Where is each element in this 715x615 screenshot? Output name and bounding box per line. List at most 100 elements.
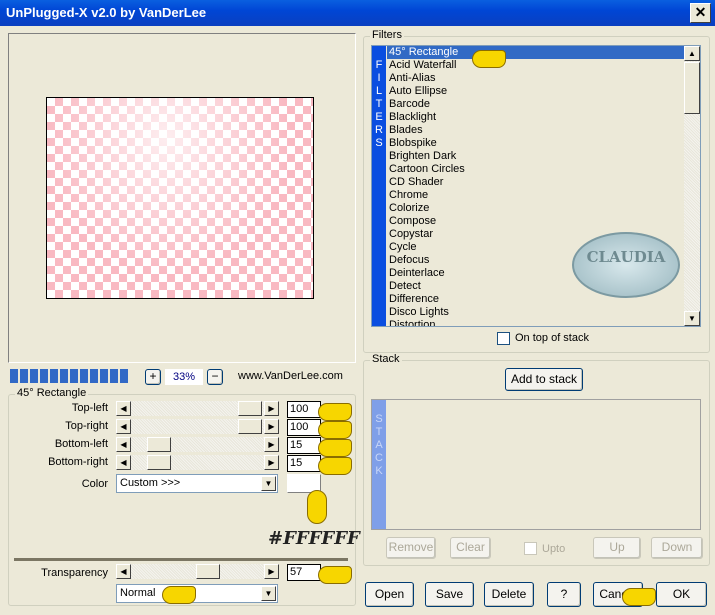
- filter-item[interactable]: Anti-Alias: [387, 72, 684, 85]
- slider-thumb[interactable]: [238, 419, 262, 434]
- zoom-in-button[interactable]: +: [145, 369, 161, 385]
- close-button[interactable]: ✕: [690, 3, 711, 23]
- filter-item[interactable]: Cartoon Circles: [387, 163, 684, 176]
- up-button[interactable]: Up: [593, 537, 641, 559]
- watermark-logo: CLAUDIA: [572, 232, 680, 298]
- progress-segment: [90, 369, 98, 383]
- slider-thumb[interactable]: [147, 455, 171, 470]
- progress-segment: [40, 369, 48, 383]
- filters-strip: FILTERS: [372, 46, 386, 326]
- filter-item[interactable]: Brighten Dark: [387, 150, 684, 163]
- blend-mode-value: Normal: [120, 587, 156, 599]
- slider-value-input[interactable]: 100: [287, 419, 321, 436]
- arrow-left-icon[interactable]: ◀: [116, 437, 131, 452]
- hand-pointer-icon: [318, 439, 352, 457]
- color-select-value: Custom >>>: [120, 477, 181, 489]
- clear-button[interactable]: Clear: [450, 537, 491, 559]
- slider-1[interactable]: ◀ ▶: [116, 419, 279, 434]
- arrow-right-icon[interactable]: ▶: [264, 419, 279, 434]
- filter-item[interactable]: Colorize: [387, 202, 684, 215]
- down-button[interactable]: Down: [651, 537, 703, 559]
- stack-group-title: Stack: [370, 353, 402, 365]
- scroll-thumb[interactable]: [684, 62, 700, 114]
- filter-item[interactable]: Compose: [387, 215, 684, 228]
- progress-segment: [30, 369, 38, 383]
- color-select[interactable]: Custom >>> ▼: [116, 474, 278, 493]
- progress-bar: [10, 369, 130, 383]
- delete-button[interactable]: Delete: [484, 582, 534, 607]
- filter-item[interactable]: Barcode: [387, 98, 684, 111]
- arrow-right-icon[interactable]: ▶: [264, 455, 279, 470]
- hand-pointer-icon: [622, 588, 656, 606]
- zoom-out-button[interactable]: −: [207, 369, 223, 385]
- preview-image: [46, 97, 314, 299]
- hand-pointer-icon: [318, 403, 352, 421]
- filter-item[interactable]: Blacklight: [387, 111, 684, 124]
- arrow-left-icon[interactable]: ◀: [116, 564, 131, 579]
- hand-pointer-icon: [318, 457, 352, 475]
- open-button[interactable]: Open: [365, 582, 414, 607]
- filter-item[interactable]: Disco Lights: [387, 306, 684, 319]
- on-top-label: On top of stack: [515, 332, 589, 344]
- remove-button[interactable]: Remove: [386, 537, 436, 559]
- slider-label: Bottom-right: [48, 456, 108, 468]
- params-group-title: 45° Rectangle: [15, 387, 89, 399]
- arrow-down-icon[interactable]: ▼: [684, 311, 700, 326]
- filter-item[interactable]: Distortion: [387, 319, 684, 326]
- arrow-right-icon[interactable]: ▶: [264, 564, 279, 579]
- filter-item[interactable]: Chrome: [387, 189, 684, 202]
- filter-item[interactable]: Blobspike: [387, 137, 684, 150]
- chevron-down-icon[interactable]: ▼: [261, 476, 276, 491]
- hand-pointer-icon: [472, 50, 506, 68]
- filter-item[interactable]: 45° Rectangle: [387, 46, 684, 59]
- slider-label: Top-right: [65, 420, 108, 432]
- save-button[interactable]: Save: [425, 582, 474, 607]
- arrow-right-icon[interactable]: ▶: [264, 401, 279, 416]
- upto-label: Upto: [542, 543, 566, 555]
- ok-button[interactable]: OK: [656, 582, 707, 607]
- slider-thumb[interactable]: [147, 437, 171, 452]
- hand-pointer-icon: [318, 421, 352, 439]
- filters-scrollbar[interactable]: ▲ ▼: [684, 46, 700, 326]
- progress-segment: [50, 369, 58, 383]
- filter-item[interactable]: Auto Ellipse: [387, 85, 684, 98]
- on-top-checkbox[interactable]: [497, 332, 510, 345]
- strip-label: FILTERS: [375, 59, 383, 149]
- hand-pointer-icon: [162, 586, 196, 604]
- arrow-up-icon[interactable]: ▲: [684, 46, 700, 61]
- filter-item[interactable]: Blades: [387, 124, 684, 137]
- hand-pointer-icon: [318, 566, 352, 584]
- stack-strip: STACK: [372, 400, 386, 529]
- arrow-left-icon[interactable]: ◀: [116, 455, 131, 470]
- color-annotation: #FFFFFF: [268, 528, 360, 549]
- add-to-stack-button[interactable]: Add to stack: [505, 368, 583, 391]
- strip-label: STACK: [375, 413, 383, 477]
- progress-segment: [120, 369, 128, 383]
- slider-0[interactable]: ◀ ▶: [116, 401, 279, 416]
- blend-mode-select[interactable]: Normal ▼: [116, 584, 278, 603]
- arrow-left-icon[interactable]: ◀: [116, 419, 131, 434]
- arrow-right-icon[interactable]: ▶: [264, 437, 279, 452]
- help-button[interactable]: ?: [547, 582, 581, 607]
- transparency-input[interactable]: 57: [287, 564, 321, 581]
- slider-value-input[interactable]: 15: [287, 455, 321, 472]
- filter-item[interactable]: CD Shader: [387, 176, 684, 189]
- stack-list[interactable]: STACK: [371, 399, 701, 530]
- transparency-label: Transparency: [41, 567, 108, 579]
- slider-3[interactable]: ◀ ▶: [116, 455, 279, 470]
- filters-list[interactable]: FILTERS 45° Rectangle Acid Waterfall Anti-…: [371, 45, 701, 327]
- slider-2[interactable]: ◀ ▶: [116, 437, 279, 452]
- slider-value-input[interactable]: 15: [287, 437, 321, 454]
- slider-value-input[interactable]: 100: [287, 401, 321, 418]
- website-link[interactable]: www.VanDerLee.com: [238, 370, 343, 382]
- transparency-slider[interactable]: ◀ ▶: [116, 564, 279, 579]
- arrow-left-icon[interactable]: ◀: [116, 401, 131, 416]
- upto-checkbox[interactable]: [524, 542, 537, 555]
- chevron-down-icon[interactable]: ▼: [261, 586, 276, 601]
- title-bar: UnPlugged-X v2.0 by VanDerLee: [0, 0, 715, 26]
- slider-thumb[interactable]: [238, 401, 262, 416]
- filter-item[interactable]: Acid Waterfall: [387, 59, 684, 72]
- hand-pointer-icon: [307, 490, 327, 524]
- color-label: Color: [81, 478, 108, 490]
- slider-thumb[interactable]: [196, 564, 220, 579]
